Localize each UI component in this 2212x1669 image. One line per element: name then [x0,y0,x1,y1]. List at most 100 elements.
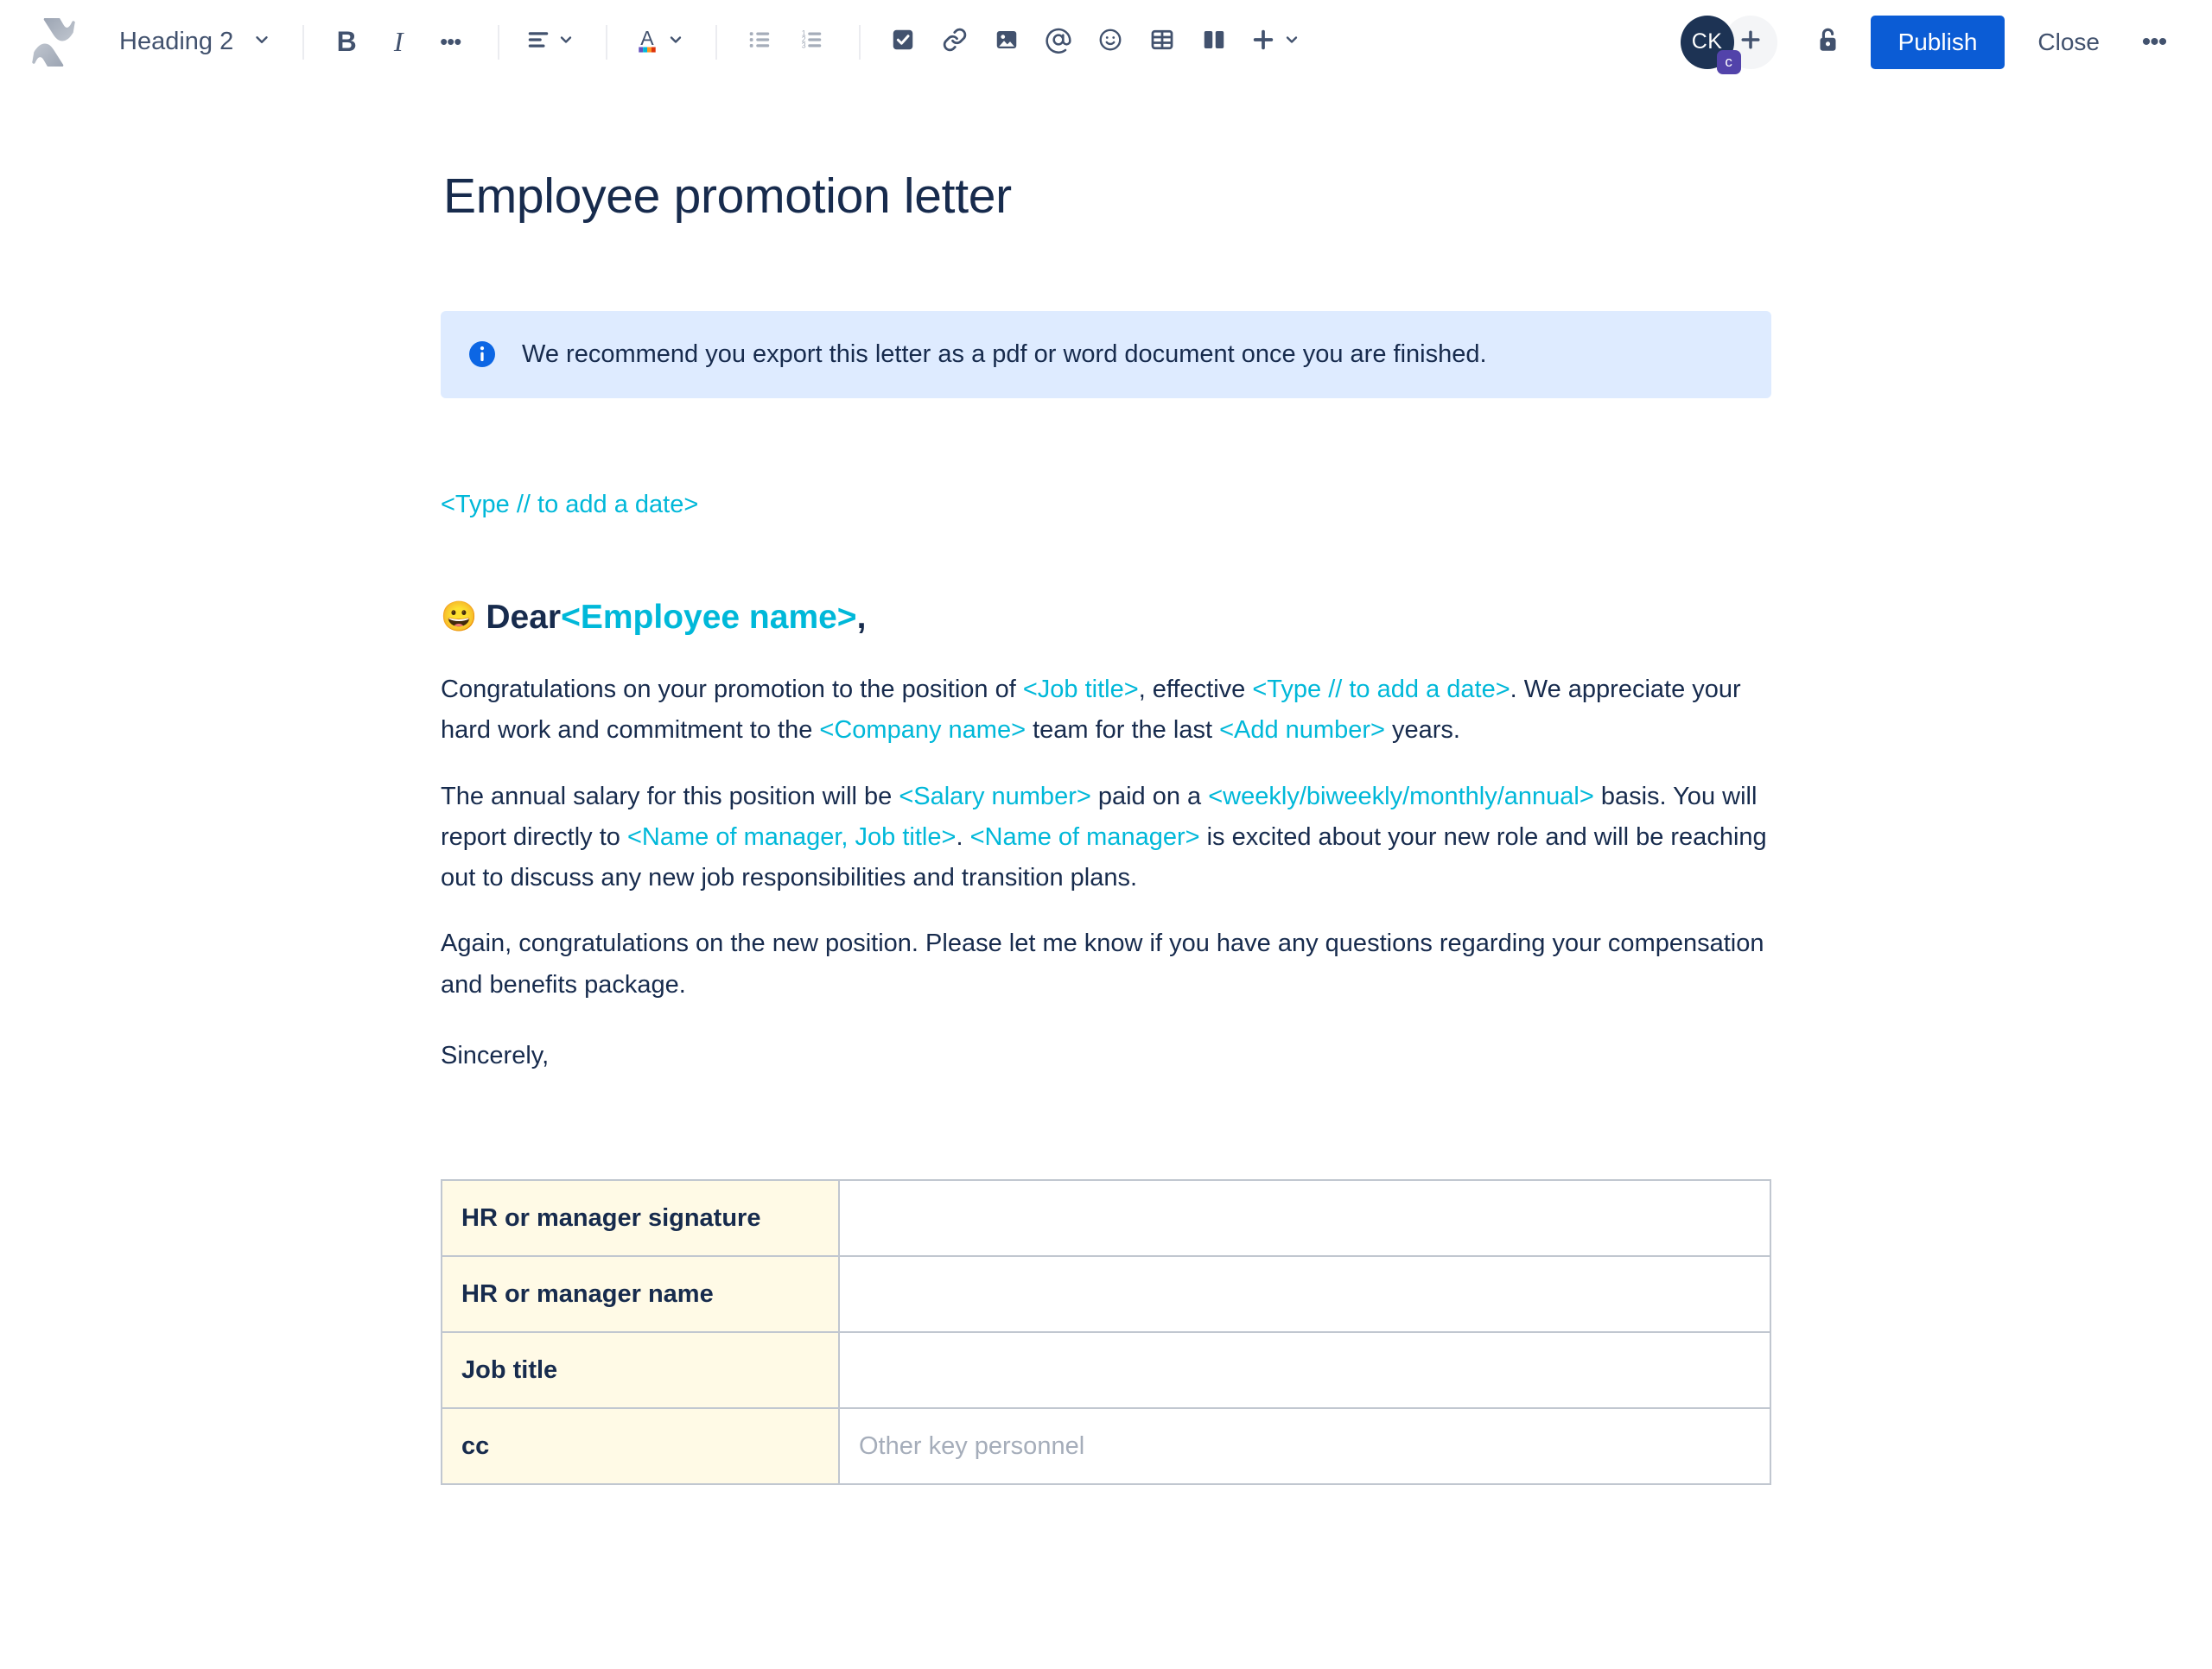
table-row[interactable]: HR or manager name [441,1255,1771,1334]
plus-icon [1249,26,1277,58]
unlocked-padlock-icon [1811,24,1842,60]
greeting-prefix: Dear [486,599,562,637]
bold-icon: B [336,26,357,57]
manager-name-placeholder[interactable]: <Name of manager> [970,823,1200,851]
employee-name-placeholder[interactable]: <Employee name> [561,597,857,639]
signoff-text[interactable]: Sincerely, [441,1036,1771,1076]
years-number-placeholder[interactable]: <Add number> [1219,716,1385,744]
p1-text-4: team for the last [1026,716,1220,745]
more-options-button[interactable]: ••• [2129,17,2179,67]
avatar-product-badge: c [1716,49,1741,74]
date-placeholder[interactable]: <Type // to add a date> [441,487,1771,523]
greeting-heading[interactable]: 😀 Dear <Employee name> , [441,597,1771,639]
bold-button[interactable]: B [323,19,370,66]
row-label-cc[interactable]: cc [441,1407,840,1486]
signature-table-body: HR or manager signature HR or manager na… [441,1179,1771,1486]
p1-text-2: , effective [1138,676,1253,704]
page-title[interactable]: Employee promotion letter [443,168,1771,225]
effective-date-placeholder[interactable]: <Type // to add a date> [1252,676,1510,703]
toolbar-divider [498,24,500,60]
text-color-icon: A [633,25,661,59]
grinning-face-emoji: 😀 [441,600,478,634]
table-row[interactable]: cc Other key personnel [441,1407,1771,1486]
close-button[interactable]: Close [2017,16,2120,69]
link-button[interactable] [931,19,978,66]
chevron-down-icon [252,28,271,56]
row-label-hr-signature[interactable]: HR or manager signature [441,1179,840,1258]
image-button[interactable] [983,19,1030,66]
signature-table[interactable]: HR or manager signature HR or manager na… [441,1179,1771,1486]
chevron-down-icon [667,31,684,53]
manager-name-title-placeholder[interactable]: <Name of manager, Job title> [627,823,956,851]
p2-text-4: . [956,822,970,851]
document-content[interactable]: Employee promotion letter We recommend y… [441,84,1771,1486]
row-value-hr-signature[interactable] [838,1179,1771,1258]
row-label-hr-name[interactable]: HR or manager name [441,1255,840,1334]
row-value-job-title[interactable] [838,1331,1771,1410]
table-button[interactable] [1139,19,1185,66]
job-title-placeholder[interactable]: <Job title> [1023,676,1139,703]
chevron-down-icon [557,31,575,53]
greeting-suffix: , [856,599,867,637]
toolbar-divider [859,24,861,60]
emoji-icon [1097,27,1123,57]
insert-more-button[interactable] [1243,19,1307,66]
row-label-job-title[interactable]: Job title [441,1331,840,1410]
italic-icon: I [393,26,404,57]
confluence-logo-icon[interactable] [26,15,81,70]
plus-icon [1738,27,1764,57]
page-layout-icon [1201,27,1227,57]
link-icon [942,27,968,57]
ellipsis-icon: ••• [440,29,461,54]
editor-toolbar: Heading 2 B I ••• A 1 2 3 CK c Publish C… [0,0,2212,84]
p2-text-2: paid on a [1090,782,1209,810]
text-align-icon [525,27,551,57]
more-formatting-button[interactable]: ••• [427,19,474,66]
numbered-list-icon: 1 2 3 [798,27,824,57]
mention-button[interactable] [1035,19,1082,66]
text-color-button[interactable]: A [626,19,691,66]
p2-text-1: The annual salary for this position will… [441,782,899,810]
publish-button[interactable]: Publish [1870,15,2005,69]
p1-text-5: years. [1384,716,1460,745]
table-icon [1149,27,1175,57]
pay-frequency-placeholder[interactable]: <weekly/biweekly/monthly/annual> [1208,783,1594,810]
bullet-list-button[interactable] [736,19,783,66]
salary-number-placeholder[interactable]: <Salary number> [899,783,1090,810]
info-panel-text: We recommend you export this letter as a… [522,340,1487,368]
paragraph-closing[interactable]: Again, congratulations on the new positi… [441,923,1771,1006]
avatar-initials: CK [1691,29,1723,54]
row-value-hr-name[interactable] [838,1255,1771,1334]
row-value-cc[interactable]: Other key personnel [838,1407,1771,1486]
info-icon [467,339,498,370]
cc-placeholder-text: Other key personnel [859,1431,1085,1460]
document-scroll-area[interactable]: Employee promotion letter We recommend y… [0,84,2212,1669]
page-layout-button[interactable] [1191,19,1237,66]
text-style-label: Heading 2 [119,28,234,55]
toolbar-divider [606,24,608,60]
company-name-placeholder[interactable]: <Company name> [819,716,1026,744]
emoji-button[interactable] [1087,19,1134,66]
numbered-list-button[interactable]: 1 2 3 [788,19,835,66]
info-panel: We recommend you export this letter as a… [441,310,1771,398]
avatar-badge-label: c [1725,53,1732,70]
chevron-down-icon [1283,31,1300,53]
ellipsis-icon: ••• [2141,27,2167,56]
italic-button[interactable]: I [375,19,422,66]
toolbar-divider [302,24,305,60]
task-checkbox-icon [890,27,916,57]
text-style-dropdown[interactable]: Heading 2 [107,21,283,63]
mention-at-icon [1045,26,1072,58]
table-row[interactable]: Job title [441,1331,1771,1410]
paragraph-salary[interactable]: The annual salary for this position will… [441,777,1771,899]
svg-text:A: A [641,27,655,49]
table-row[interactable]: HR or manager signature [441,1179,1771,1258]
task-list-button[interactable] [880,19,926,66]
collaborator-avatars: CK c [1680,15,1777,74]
restrictions-button[interactable] [1802,17,1852,67]
image-icon [994,27,1020,57]
p1-text-1: Congratulations on your promotion to the… [441,676,1023,704]
bullet-list-icon [747,27,772,57]
paragraph-congratulations[interactable]: Congratulations on your promotion to the… [441,670,1771,752]
text-align-button[interactable] [518,19,582,66]
